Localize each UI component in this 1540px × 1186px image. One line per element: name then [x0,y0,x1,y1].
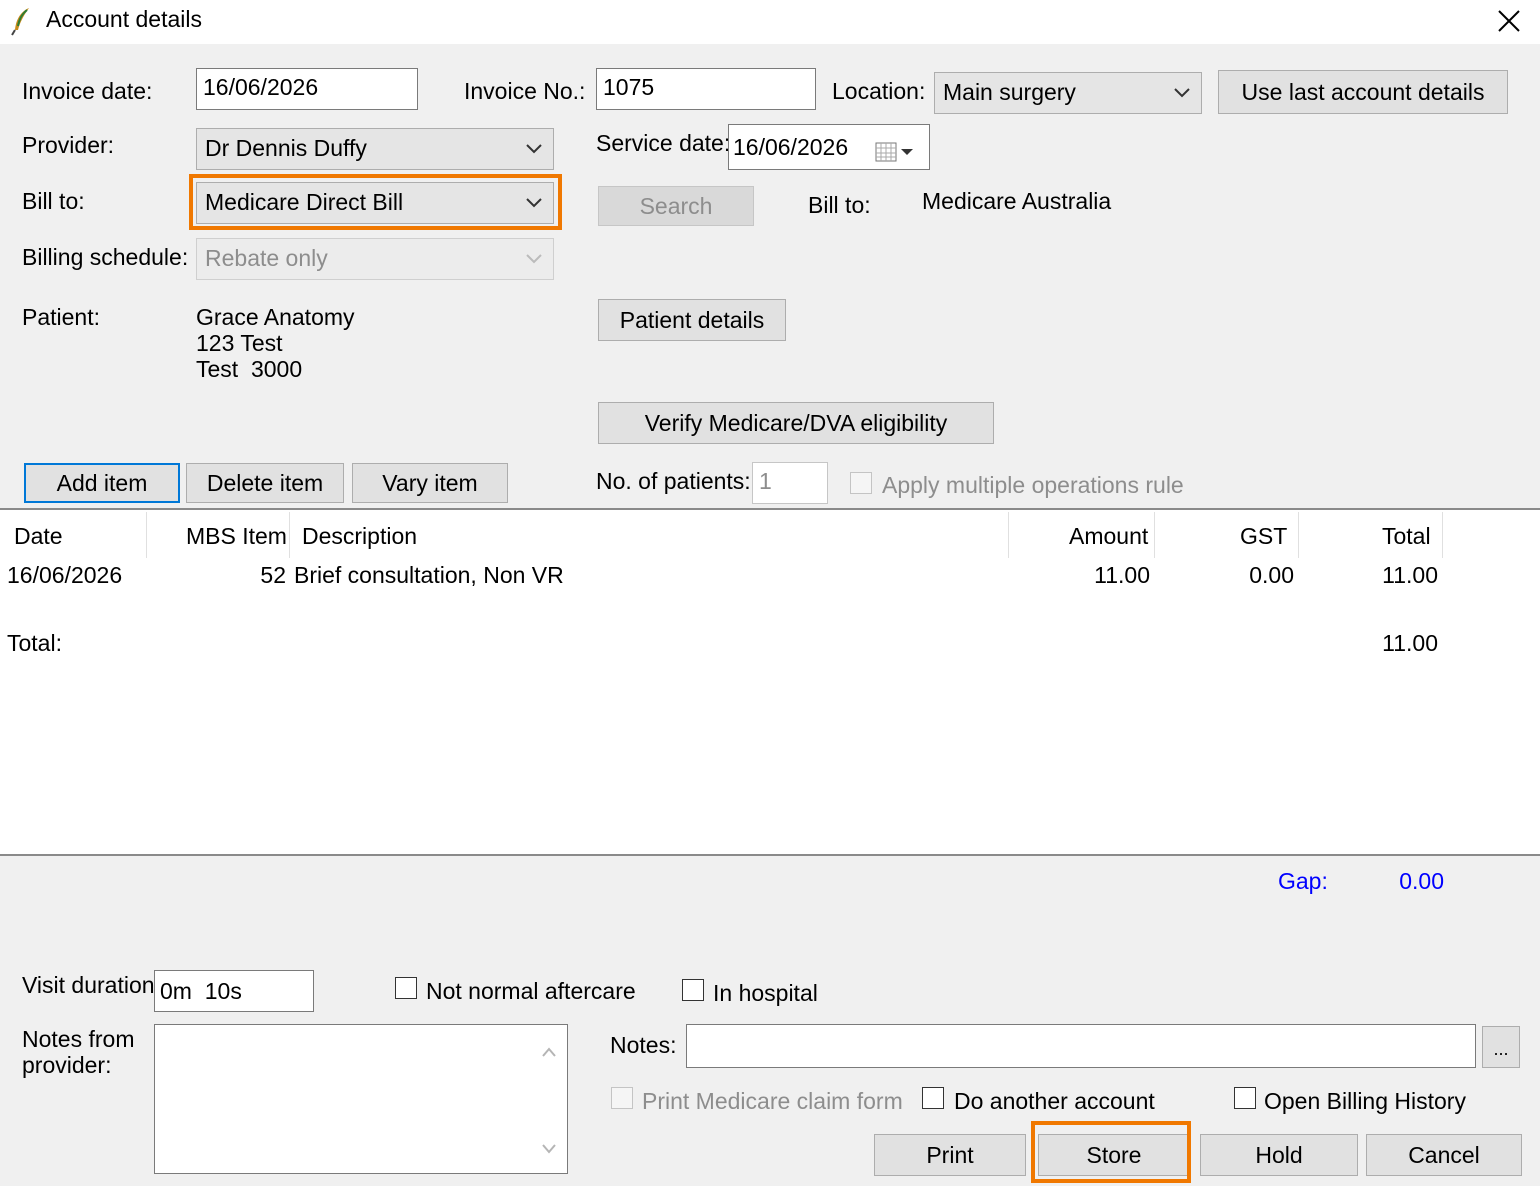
in-hospital-label: In hospital [713,980,818,1006]
column-separator [146,512,147,558]
location-value: Main surgery [943,79,1076,105]
notes-label: Notes: [610,1032,677,1058]
use-last-account-button[interactable]: Use last account details [1218,70,1508,114]
billing-schedule-label: Billing schedule: [22,244,189,270]
open-billing-history-checkbox[interactable] [1234,1087,1256,1109]
visit-duration-input[interactable]: 0m 10s [154,970,314,1012]
no-patients-input[interactable]: 1 [752,462,828,504]
print-medicare-claim-label: Print Medicare claim form [642,1088,903,1114]
notes-from-provider-label-2: provider: [22,1052,112,1078]
multiple-operations-checkbox[interactable] [850,472,872,494]
billing-schedule-select[interactable]: Rebate only [196,238,554,280]
col-header-amount[interactable]: Amount [1069,509,1148,559]
chevron-down-icon [1173,73,1191,122]
service-date-picker[interactable]: 16/06/2026 [728,124,930,170]
total-value: 11.00 [1382,630,1438,656]
in-hospital-checkbox[interactable] [682,979,704,1001]
feather-icon [10,6,34,42]
not-normal-aftercare-label: Not normal aftercare [426,978,636,1004]
notes-from-provider-textarea[interactable] [154,1024,568,1174]
provider-value: Dr Dennis Duffy [205,135,367,161]
add-item-button[interactable]: Add item [24,463,180,503]
column-separator [1008,512,1009,558]
bill-to-label: Bill to: [22,188,85,214]
chevron-down-icon [525,239,543,288]
patient-address-line2: Test 3000 [196,356,303,382]
table-row[interactable]: 16/06/2026 52 Brief consultation, Non VR… [0,560,1540,592]
patient-label: Patient: [22,304,100,330]
not-normal-aftercare-checkbox[interactable] [395,977,417,999]
patient-name: Grace Anatomy [196,304,355,330]
do-another-account-label: Do another account [954,1088,1155,1114]
bill-to-payer: Medicare Australia [922,188,1112,214]
verify-eligibility-button[interactable]: Verify Medicare/DVA eligibility [598,402,994,444]
patient-details-button[interactable]: Patient details [598,299,786,341]
do-another-account-checkbox[interactable] [922,1087,944,1109]
cell-description: Brief consultation, Non VR [294,562,564,588]
print-medicare-claim-checkbox[interactable] [611,1087,633,1109]
col-header-description[interactable]: Description [302,509,417,559]
location-label: Location: [832,78,926,104]
bill-to-highlight [189,174,562,230]
open-billing-history-label: Open Billing History [1264,1088,1466,1114]
window-title: Account details [46,6,202,32]
invoice-no-label: Invoice No.: [464,78,586,104]
calendar-icon[interactable] [875,135,919,169]
scroll-down-icon[interactable] [541,1134,557,1161]
notes-browse-button[interactable]: ... [1482,1026,1520,1068]
cell-gst: 0.00 [1249,562,1294,588]
multiple-operations-label: Apply multiple operations rule [882,472,1184,498]
gap-value: 0.00 [1399,868,1444,894]
location-select[interactable]: Main surgery [934,72,1202,114]
column-separator [289,512,290,558]
col-header-mbs[interactable]: MBS Item [186,509,287,559]
hold-button[interactable]: Hold [1200,1134,1358,1176]
column-separator [1154,512,1155,558]
cell-total: 11.00 [1382,562,1438,588]
notes-from-provider-label: Notes from [22,1026,135,1052]
provider-label: Provider: [22,132,115,158]
bill-to-label-2: Bill to: [808,192,871,218]
patient-address-line1: 123 Test [196,330,283,356]
notes-input[interactable] [686,1024,1476,1068]
no-patients-label: No. of patients: [596,468,751,494]
service-date-label: Service date: [596,130,731,156]
col-header-total[interactable]: Total [1382,509,1431,559]
delete-item-button[interactable]: Delete item [186,463,344,503]
column-separator [1442,512,1443,558]
total-label: Total: [7,630,62,656]
cell-date: 16/06/2026 [7,562,123,588]
vary-item-button[interactable]: Vary item [352,463,508,503]
scroll-up-icon[interactable] [541,1037,557,1064]
invoice-date-label: Invoice date: [22,78,153,104]
title-bar: Account details [0,0,1540,44]
column-separator [1298,512,1299,558]
search-button[interactable]: Search [598,186,754,226]
visit-duration-label: Visit duration: [22,972,161,998]
invoice-no-input[interactable]: 1075 [596,68,816,110]
cell-amount: 11.00 [1094,562,1150,588]
gap-label: Gap: [1278,868,1328,894]
store-highlight [1031,1121,1191,1183]
invoice-date-input[interactable]: 16/06/2026 [196,68,418,110]
cell-mbs: 52 [260,562,286,588]
provider-select[interactable]: Dr Dennis Duffy [196,128,554,170]
print-button[interactable]: Print [874,1134,1026,1176]
close-icon[interactable] [1496,8,1522,40]
col-header-date[interactable]: Date [14,509,63,559]
service-date-value: 16/06/2026 [733,134,849,160]
col-header-gst[interactable]: GST [1240,509,1287,559]
chevron-down-icon [525,129,543,178]
billing-schedule-value: Rebate only [205,245,328,271]
cancel-button[interactable]: Cancel [1366,1134,1522,1176]
